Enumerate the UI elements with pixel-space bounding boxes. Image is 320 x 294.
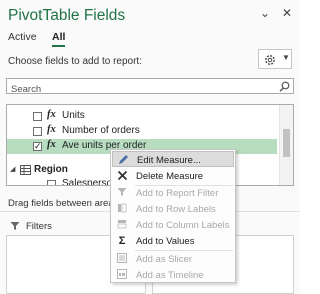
table-icon <box>20 165 31 175</box>
pencil-icon <box>117 154 129 166</box>
pivottable-fields-pane: PivotTable Fields ⌄ ✕ Active All Choose … <box>0 0 300 294</box>
menu-item-label: Add to Values <box>136 236 195 247</box>
menu-item-add-as-timeline[interactable]: Add as Timeline <box>112 267 234 283</box>
delete-x-icon <box>116 170 128 182</box>
menu-item-label: Add as Timeline <box>136 270 204 281</box>
rows-icon <box>116 203 128 215</box>
fx-measure-icon: fx <box>47 109 56 120</box>
timeline-icon <box>116 269 128 281</box>
pane-title: PivotTable Fields <box>8 7 126 24</box>
scrollbar-thumb[interactable] <box>283 129 290 157</box>
tab-active-indicator <box>52 45 66 47</box>
menu-item-label: Add as Slicer <box>136 254 192 265</box>
fx-measure-icon: fx <box>47 139 56 150</box>
filter-icon <box>116 187 128 199</box>
columns-icon <box>116 219 128 231</box>
menu-item-add-to-row-labels[interactable]: Add to Row Labels <box>112 201 234 217</box>
field-settings-button[interactable]: ▼ <box>258 49 292 69</box>
choose-fields-label: Choose fields to add to report: <box>8 56 142 67</box>
menu-item-add-to-values[interactable]: Σ Add to Values <box>112 233 234 249</box>
tree-collapse-icon[interactable]: ◢ <box>10 165 15 173</box>
menu-item-edit-measure[interactable]: Edit Measure... <box>112 151 234 167</box>
menu-item-add-as-slicer[interactable]: Add as Slicer <box>112 251 234 267</box>
field-checkbox[interactable] <box>47 180 56 185</box>
caret-down-icon: ▼ <box>282 53 290 62</box>
menu-item-label: Edit Measure... <box>137 155 201 166</box>
menu-item-add-to-column-labels[interactable]: Add to Column Labels <box>112 217 234 233</box>
field-checkbox-checked[interactable]: ✓ <box>33 142 42 151</box>
menu-item-delete-measure[interactable]: Delete Measure <box>112 168 234 184</box>
chevron-down-icon[interactable]: ⌄ <box>258 6 272 20</box>
tab-active[interactable]: Active <box>6 30 39 44</box>
menu-item-label: Add to Row Labels <box>136 204 216 215</box>
field-row-number-of-orders[interactable]: fx Number of orders <box>7 124 277 139</box>
menu-item-label: Add to Report Filter <box>136 188 219 199</box>
menu-item-label: Add to Column Labels <box>136 220 230 231</box>
field-label: Units <box>62 110 85 121</box>
menu-item-label: Delete Measure <box>136 171 204 182</box>
context-menu: Edit Measure... Delete Measure Add to Re… <box>110 149 236 283</box>
search-icon[interactable] <box>279 81 290 92</box>
field-row-units[interactable]: fx Units <box>7 109 277 124</box>
tab-all[interactable]: All <box>50 30 67 47</box>
field-list-scrollbar[interactable] <box>279 105 293 185</box>
table-label: Region <box>34 164 68 175</box>
menu-item-add-to-report-filter[interactable]: Add to Report Filter <box>112 185 234 201</box>
filters-area-header: Filters <box>10 221 52 234</box>
tab-all-label: All <box>52 31 66 43</box>
sigma-icon: Σ <box>118 235 126 247</box>
gear-icon <box>265 55 275 65</box>
field-label: Number of orders <box>62 125 140 136</box>
drag-fields-instruction: Drag fields between areas b <box>8 198 127 209</box>
field-checkbox[interactable] <box>33 112 42 121</box>
filters-label: Filters <box>26 221 52 232</box>
search-input[interactable] <box>7 82 267 97</box>
search-box[interactable] <box>6 78 294 97</box>
fx-measure-icon: fx <box>47 124 56 135</box>
close-icon[interactable]: ✕ <box>280 6 294 20</box>
field-checkbox[interactable] <box>33 127 42 136</box>
slicer-icon <box>116 253 128 265</box>
filter-icon <box>10 222 20 230</box>
